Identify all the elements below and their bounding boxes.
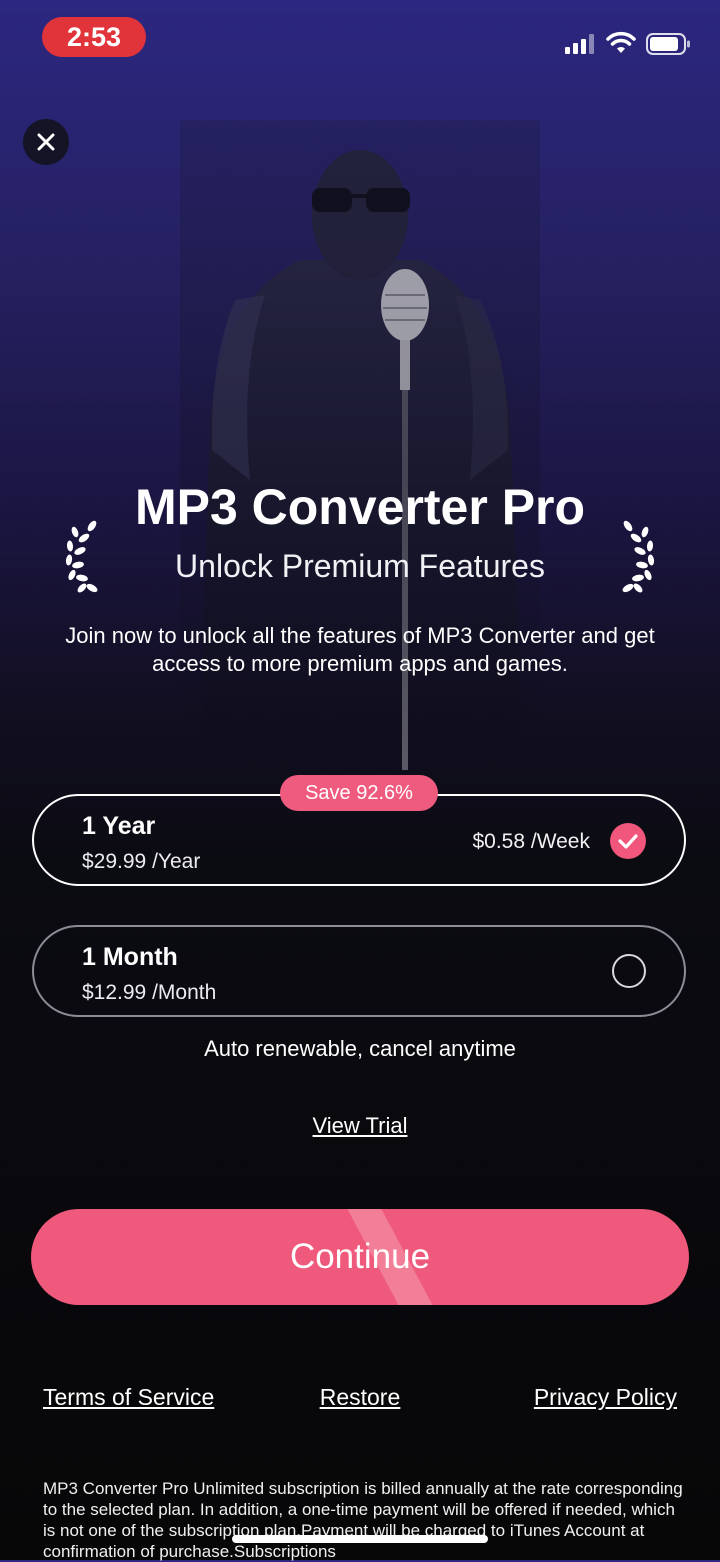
plan-price: $12.99 /Month — [82, 981, 217, 1004]
continue-button[interactable]: Continue — [31, 1209, 689, 1305]
view-trial-row: View Trial — [0, 1113, 720, 1139]
wifi-icon — [606, 31, 636, 53]
view-trial-link[interactable]: View Trial — [313, 1113, 408, 1138]
plan-weekly-price: $0.58 /Week — [472, 830, 590, 853]
battery-icon — [646, 33, 690, 55]
legal-text: MP3 Converter Pro Unlimited subscription… — [43, 1479, 683, 1561]
plan-price: $29.99 /Year — [82, 850, 201, 873]
plan-option-month[interactable]: 1 Month $12.99 /Month — [32, 925, 686, 1017]
page-title: MP3 Converter Pro — [134, 479, 586, 535]
privacy-link[interactable]: Privacy Policy — [534, 1384, 677, 1411]
plan-name: 1 Year — [82, 812, 156, 840]
checkmark-icon — [618, 834, 638, 849]
status-time: 2:53 — [66, 22, 122, 52]
home-indicator[interactable] — [232, 1535, 488, 1543]
restore-link-text[interactable]: Restore — [320, 1384, 401, 1410]
selected-check[interactable] — [610, 823, 646, 859]
plan-name: 1 Month — [82, 943, 178, 971]
close-icon — [37, 133, 55, 151]
close-button[interactable] — [23, 119, 69, 165]
page-description: Join now to unlock all the features of M… — [65, 623, 655, 676]
radio-button[interactable] — [612, 954, 646, 988]
cellular-signal-icon — [565, 32, 595, 54]
auto-renew-note: Auto renewable, cancel anytime — [204, 1036, 516, 1061]
save-badge: Save 92.6% — [280, 775, 438, 811]
continue-label: Continue — [289, 1237, 431, 1276]
page-subtitle: Unlock Premium Features — [175, 548, 545, 584]
